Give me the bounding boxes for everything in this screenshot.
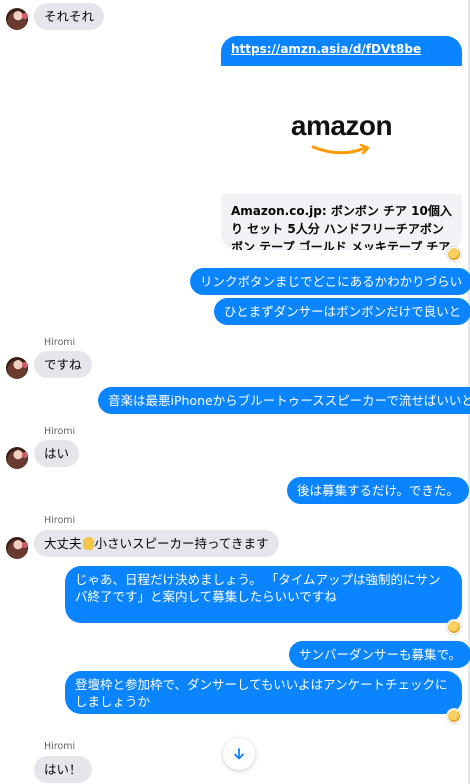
read-receipt-icon (447, 620, 461, 634)
sender-name: Hiromi (44, 741, 76, 752)
sender-name: Hiromi (44, 337, 76, 348)
incoming-message: 大丈夫 小さいスピーカー持ってきます (34, 530, 279, 557)
link-preview-card[interactable]: https://amzn.asia/d/fDVt8be amazon Amazo… (221, 36, 462, 250)
amazon-smile-icon (311, 144, 370, 155)
link-title[interactable]: Amazon.co.jp: ボンボン チア 10個入り セット 5人分 ハンドフ… (221, 194, 462, 250)
sender-name: Hiromi (44, 426, 76, 437)
outgoing-message: 後は募集するだけ。できた。 (287, 477, 469, 504)
avatar[interactable] (6, 447, 28, 469)
read-receipt-icon (447, 247, 461, 261)
read-receipt-icon (447, 709, 461, 723)
sender-name: Hiromi (44, 515, 76, 526)
link-url[interactable]: https://amzn.asia/d/fDVt8be (221, 36, 462, 66)
outgoing-message: リンクボタンまじでどこにあるかわかりづらい (190, 268, 470, 295)
amazon-logo: amazon (290, 110, 393, 141)
avatar[interactable] (6, 357, 28, 379)
incoming-message: はい (34, 440, 80, 467)
avatar[interactable] (6, 537, 28, 559)
outgoing-message: サンバーダンサーも募集で。 (289, 641, 470, 668)
arrow-down-icon (234, 748, 244, 760)
outgoing-message: じゃあ、日程だけ決めましょう。 「タイムアップは強制的にサンバ終了です」と案内し… (65, 566, 462, 623)
ok-hand-emoji-icon (82, 537, 94, 550)
link-preview-image[interactable]: amazon (221, 66, 462, 194)
avatar[interactable] (6, 8, 28, 30)
incoming-message: それそれ (34, 3, 105, 30)
scroll-to-bottom-button[interactable] (223, 738, 255, 770)
outgoing-message: 登壇枠と参加枠で、ダンサーしてもいいよはアンケートチェックにしましょうか (65, 671, 462, 714)
incoming-message: ですね (34, 351, 92, 378)
message-text: 大丈夫 (44, 536, 82, 551)
outgoing-message: 音楽は最悪iPhoneからブルートゥーススピーカーで流せばいいと (98, 387, 470, 414)
outgoing-message: ひとまずダンサーはボンボンだけで良いと (214, 298, 470, 325)
incoming-message: はい！ (34, 756, 92, 783)
message-text: 小さいスピーカー持ってきます (94, 536, 269, 551)
